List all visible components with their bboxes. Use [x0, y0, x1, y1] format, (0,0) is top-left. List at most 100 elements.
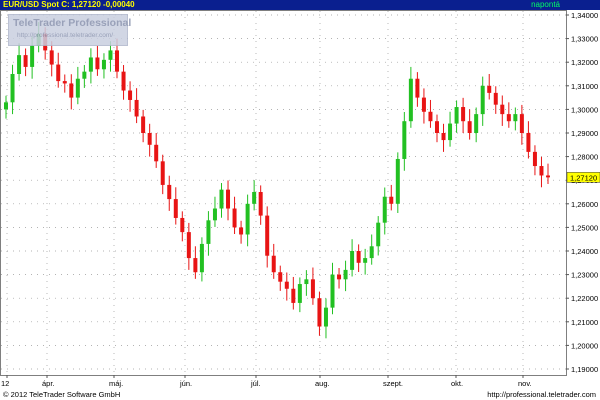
- x-tick-label: júl.: [250, 379, 261, 388]
- candle-body: [408, 78, 413, 122]
- candle-body: [330, 274, 335, 308]
- y-tick-label: 1,31000: [571, 82, 598, 91]
- candle-body: [17, 55, 22, 74]
- candle-body: [323, 307, 328, 327]
- candle-body: [121, 71, 126, 91]
- footer-url[interactable]: http://professional.teletrader.com: [487, 390, 596, 399]
- y-tick-label: 1,23000: [571, 271, 598, 280]
- candle-body: [526, 133, 531, 152]
- candle-body: [128, 90, 133, 100]
- candle-body: [245, 203, 250, 235]
- candle-body: [500, 104, 505, 115]
- x-tick-label: szept.: [383, 379, 403, 388]
- y-tick-label: 1,20000: [571, 341, 598, 350]
- y-tick-label: 1,21000: [571, 318, 598, 327]
- candle-body: [363, 258, 368, 263]
- candle-body: [212, 208, 217, 221]
- y-tick-label: 1,28000: [571, 153, 598, 162]
- candle-body: [474, 114, 479, 133]
- last-price-marker: 1,27120: [566, 172, 600, 183]
- candle-body: [337, 274, 342, 280]
- teletrader-logo: TeleTrader Professional http://professio…: [8, 14, 132, 46]
- candle-body: [513, 114, 518, 122]
- copyright-text: © 2012 TeleTrader Software GmbH: [3, 390, 121, 399]
- candle-body: [258, 192, 263, 216]
- candle-body: [546, 175, 550, 178]
- candle-body: [395, 158, 400, 204]
- candle-body: [291, 288, 296, 303]
- candle-body: [186, 232, 191, 259]
- grid-lines: [1, 11, 566, 375]
- y-tick-label: 1,29000: [571, 129, 598, 138]
- candle-body: [10, 74, 15, 103]
- candle-body: [454, 107, 459, 124]
- candle-body: [382, 196, 387, 223]
- y-tick-label: 1,33000: [571, 35, 598, 44]
- candle-body: [493, 92, 498, 105]
- y-tick-label: 1,22000: [571, 294, 598, 303]
- candle-body: [199, 243, 204, 273]
- y-axis: 1,34000 1,33000 1,32000 1,31000 1,30000 1,290…: [566, 11, 598, 374]
- candle-body: [461, 107, 466, 122]
- candle-body: [376, 222, 381, 247]
- candle-body: [160, 161, 165, 185]
- candle-body: [88, 57, 93, 72]
- candle-body: [49, 50, 54, 65]
- candle-body: [75, 78, 80, 98]
- candle-body: [232, 208, 237, 228]
- candle-body: [519, 114, 524, 133]
- candle-body: [82, 71, 87, 79]
- logo-url: http://professional.teletrader.com/: [17, 32, 114, 39]
- candle-body: [134, 99, 139, 117]
- candle-body: [101, 59, 106, 70]
- candle-body: [284, 281, 289, 289]
- x-tick-label: okt.: [451, 379, 463, 388]
- candle-body: [252, 192, 257, 204]
- candle-body: [402, 121, 407, 159]
- x-tick-label: jún.: [179, 379, 192, 388]
- y-tick-label: 1,24000: [571, 247, 598, 256]
- candle-body: [539, 166, 544, 176]
- x-tick-label: nov.: [518, 379, 532, 388]
- candle-body: [206, 220, 211, 244]
- candle-body: [193, 258, 198, 273]
- candle-body: [434, 121, 439, 133]
- price-chart[interactable]: 1,34000 1,33000 1,32000 1,31000 1,30000 1,290…: [0, 0, 600, 400]
- candle-body: [389, 196, 394, 204]
- y-tick-label: 1,30000: [571, 105, 598, 114]
- candle-body: [532, 151, 537, 167]
- candle-body: [428, 111, 433, 122]
- logo-title: TeleTrader Professional: [13, 17, 132, 29]
- candle-body: [369, 246, 374, 259]
- x-axis: 12 ápr. máj. jún. júl. aug. szept. okt. nov.: [1, 375, 532, 388]
- candle-body: [506, 114, 511, 122]
- x-tick-label: ápr.: [42, 379, 55, 388]
- y-tick-label: 1,32000: [571, 58, 598, 67]
- candle-body: [448, 123, 453, 141]
- candle-body: [62, 81, 67, 84]
- candle-body: [297, 284, 302, 303]
- candle-body: [147, 133, 152, 145]
- candle-body: [239, 227, 244, 235]
- candle-body: [480, 85, 485, 115]
- last-price-label: 1,27120: [570, 173, 597, 182]
- candle-body: [115, 50, 120, 72]
- candle-body: [108, 50, 113, 60]
- candle-body: [167, 184, 172, 200]
- y-tick-label: 1,34000: [571, 11, 598, 20]
- candle-body: [69, 83, 74, 98]
- candle-body: [343, 269, 348, 280]
- y-tick-label: 1,25000: [571, 223, 598, 232]
- candle-body: [356, 251, 361, 263]
- candle-body: [487, 85, 492, 93]
- candle-body: [23, 55, 28, 67]
- y-tick-label: 1,19000: [571, 365, 598, 374]
- candle-body: [154, 144, 159, 162]
- candle-body: [180, 217, 185, 233]
- candle-body: [467, 121, 472, 133]
- candle-body: [30, 45, 35, 67]
- candle-body: [415, 78, 420, 98]
- candle-body: [4, 102, 8, 110]
- candle-body: [278, 272, 283, 282]
- x-tick-label: máj.: [109, 379, 123, 388]
